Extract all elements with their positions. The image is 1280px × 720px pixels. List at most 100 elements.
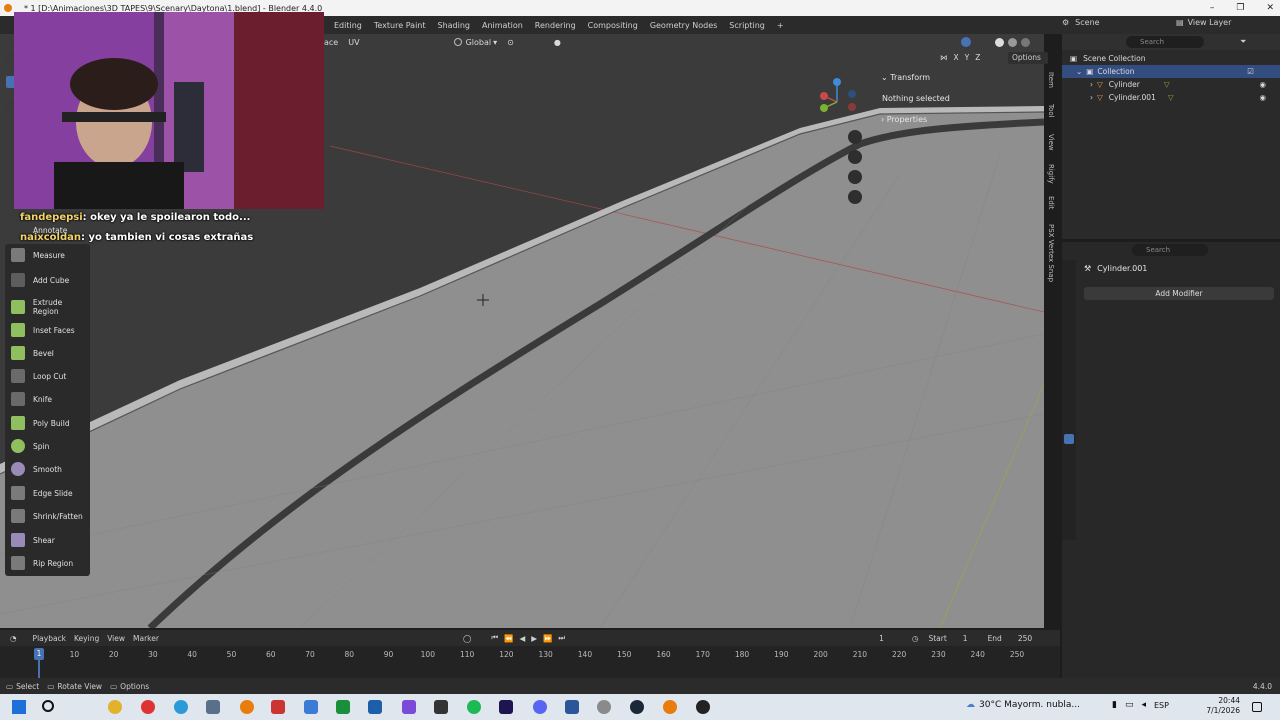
- record-icon[interactable]: ◯: [463, 634, 471, 643]
- viewlayer-selector[interactable]: ▤ View Layer: [1176, 18, 1231, 27]
- tool-measure[interactable]: Measure: [5, 244, 90, 266]
- tool-shear[interactable]: Shear: [5, 529, 90, 551]
- step-back-icon[interactable]: ⏪: [504, 634, 513, 643]
- app-icon[interactable]: [402, 700, 416, 714]
- tab-editing[interactable]: Editing: [328, 21, 368, 30]
- camera-icon[interactable]: [848, 170, 862, 184]
- tab-psx-vertex-snap[interactable]: PSX Vertex Snap: [1043, 224, 1055, 282]
- axis-x-toggle[interactable]: X: [954, 53, 959, 62]
- tool-bevel[interactable]: Bevel: [5, 342, 90, 364]
- jump-start-icon[interactable]: ⏮: [491, 633, 498, 643]
- tab-scripting[interactable]: Scripting: [723, 21, 771, 30]
- steam-icon[interactable]: [630, 700, 644, 714]
- minimize-button[interactable]: –: [1210, 3, 1215, 13]
- tab-edit[interactable]: Edit: [1043, 196, 1055, 210]
- outliner-row-object[interactable]: › ▽ Cylinder ▽ ◉: [1062, 78, 1280, 91]
- outliner-row-object[interactable]: › ▽ Cylinder.001 ▽ ◉: [1062, 91, 1280, 104]
- pan-hand-icon[interactable]: [848, 150, 862, 164]
- checkbox-icon[interactable]: ☑: [1247, 67, 1254, 76]
- options-dropdown[interactable]: Options: [1008, 52, 1048, 64]
- mirror-icon[interactable]: ⋈: [940, 53, 948, 62]
- playback-menu[interactable]: Playback: [29, 634, 70, 643]
- axis-z-toggle[interactable]: Z: [975, 53, 980, 62]
- snap-icon[interactable]: ⊙: [507, 38, 514, 47]
- end-frame-field[interactable]: 250: [1018, 634, 1032, 643]
- tool-extrude-region[interactable]: Extrude Region: [5, 296, 90, 318]
- tab-shading[interactable]: Shading: [432, 21, 477, 30]
- current-frame-field[interactable]: 1: [879, 634, 884, 643]
- outliner-row-collection[interactable]: ⌄ ▣ Collection ☑: [1062, 65, 1280, 78]
- outliner-row-scene-collection[interactable]: ▣ Scene Collection: [1062, 52, 1280, 65]
- tab-texture-paint[interactable]: Texture Paint: [368, 21, 432, 30]
- search-icon[interactable]: [42, 700, 54, 712]
- material-shading-icon[interactable]: [1008, 37, 1017, 47]
- close-button[interactable]: ✕: [1266, 3, 1274, 13]
- app-icon[interactable]: [206, 700, 220, 714]
- render-shading-icon[interactable]: [1021, 37, 1030, 47]
- properties-search[interactable]: Search: [1132, 244, 1208, 256]
- eye-icon[interactable]: ◉: [1259, 80, 1266, 89]
- tool-knife[interactable]: Knife: [5, 388, 90, 410]
- tool-edge-slide[interactable]: Edge Slide: [5, 482, 90, 504]
- marker-menu[interactable]: Marker: [129, 634, 163, 643]
- scene-selector[interactable]: ⚙ Scene: [1062, 18, 1100, 27]
- clock[interactable]: 20:44 7/1/2026: [1200, 696, 1240, 716]
- proportional-edit-icon[interactable]: ●: [554, 38, 561, 47]
- view-menu[interactable]: View: [103, 634, 129, 643]
- word-icon[interactable]: [565, 700, 579, 714]
- overlay-icon[interactable]: [961, 37, 971, 47]
- annotate-tool-label[interactable]: Annotate: [33, 226, 67, 235]
- tool-smooth[interactable]: Smooth: [5, 458, 90, 480]
- tool-poly-build[interactable]: Poly Build: [5, 412, 90, 434]
- tab-animation[interactable]: Animation: [476, 21, 529, 30]
- play-icon[interactable]: ▶: [531, 634, 537, 643]
- tool-shrink-fatten[interactable]: Shrink/Fatten: [5, 505, 90, 527]
- navigation-gizmo[interactable]: [812, 74, 862, 124]
- weather-widget[interactable]: ☁ 30°C Mayorm. nubla...: [966, 700, 1080, 710]
- playhead-marker[interactable]: 1: [34, 648, 44, 660]
- jump-end-icon[interactable]: ⏭: [558, 633, 565, 643]
- app-icon[interactable]: [304, 700, 318, 714]
- annotate-icon[interactable]: [9, 224, 23, 234]
- edge-icon[interactable]: [174, 700, 188, 714]
- properties-header[interactable]: › Properties: [881, 115, 927, 124]
- language-indicator[interactable]: ESP: [1154, 701, 1169, 710]
- volume-icon[interactable]: ◂: [1141, 700, 1146, 710]
- chrome-icon[interactable]: [108, 700, 122, 714]
- outliner-search[interactable]: Search: [1126, 36, 1204, 48]
- tab-rendering[interactable]: Rendering: [529, 21, 582, 30]
- obs-icon[interactable]: [696, 700, 710, 714]
- mode-menu-fragment[interactable]: ace: [324, 38, 338, 47]
- windows-start-icon[interactable]: [12, 700, 26, 714]
- app-icon[interactable]: [434, 700, 448, 714]
- network-icon[interactable]: ▭: [1125, 700, 1134, 710]
- tab-view[interactable]: View: [1043, 134, 1055, 151]
- orientation-dropdown[interactable]: Global: [466, 38, 492, 47]
- solid-shading-icon[interactable]: [995, 37, 1004, 47]
- blender-icon[interactable]: [663, 700, 677, 714]
- add-modifier-button[interactable]: Add Modifier: [1084, 287, 1274, 300]
- zoom-icon[interactable]: [848, 130, 862, 144]
- uv-menu[interactable]: UV: [348, 38, 359, 47]
- tool-rip-region[interactable]: Rip Region: [5, 552, 90, 574]
- app-icon[interactable]: [597, 700, 611, 714]
- tab-geometry-nodes[interactable]: Geometry Nodes: [644, 21, 723, 30]
- maximize-button[interactable]: ❐: [1236, 3, 1244, 13]
- spotify-icon[interactable]: [467, 700, 481, 714]
- after-effects-icon[interactable]: [499, 700, 513, 714]
- tool-loop-cut[interactable]: Loop Cut: [5, 365, 90, 387]
- eye-icon[interactable]: ◉: [1259, 93, 1266, 102]
- tab-rigify[interactable]: Rigify: [1043, 164, 1055, 184]
- keying-menu[interactable]: Keying: [70, 634, 103, 643]
- axis-y-toggle[interactable]: Y: [965, 53, 970, 62]
- notification-icon[interactable]: [1252, 702, 1262, 712]
- add-workspace-button[interactable]: +: [771, 21, 790, 30]
- start-frame-field[interactable]: 1: [963, 634, 968, 643]
- opera-icon[interactable]: [141, 700, 155, 714]
- play-reverse-icon[interactable]: ◀: [519, 634, 525, 643]
- mic-icon[interactable]: ▮: [1112, 700, 1117, 710]
- discord-icon[interactable]: [533, 700, 547, 714]
- vscode-icon[interactable]: [368, 700, 382, 714]
- tool-inset-faces[interactable]: Inset Faces: [5, 319, 90, 341]
- pycharm-icon[interactable]: [336, 700, 350, 714]
